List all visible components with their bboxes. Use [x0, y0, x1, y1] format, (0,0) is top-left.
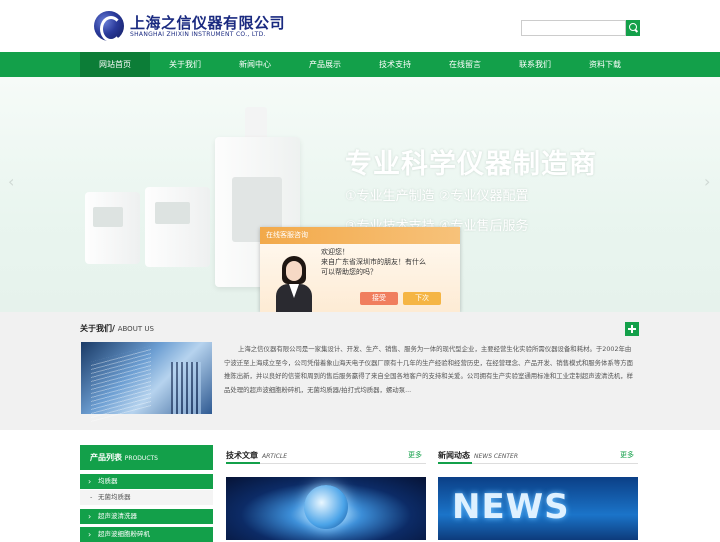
device-screen	[155, 202, 190, 224]
product-list-header: 产品列表 PRODUCTS	[80, 445, 213, 470]
product-list-title-en: PRODUCTS	[124, 455, 158, 462]
chat-accept-button[interactable]: 接受	[360, 292, 398, 305]
nav-item-message[interactable]: 在线留言	[430, 52, 500, 77]
banner-title: 专业科学仪器制造商	[345, 149, 597, 180]
search-button[interactable]	[626, 20, 640, 36]
site-header: 上海之信仪器有限公司 SHANGHAI ZHIXIN INSTRUMENT CO…	[0, 0, 720, 52]
company-logo-icon[interactable]	[94, 11, 124, 42]
chat-header: 在线客服咨询	[260, 227, 460, 244]
product-list: 产品列表 PRODUCTS 均质器 无菌均质器 超声波清洗器 超声波细胞粉碎机	[80, 445, 213, 542]
about-section: 关于我们/ ABOUT US 上海之信仪器有限公司是一家集设计、开发、生产、销售…	[0, 312, 720, 430]
logo-company-name[interactable]: 上海之信仪器有限公司	[130, 12, 285, 33]
about-title-cn: 关于我们/	[80, 324, 115, 333]
news-more-link[interactable]: 更多	[620, 450, 634, 460]
device-screen	[93, 207, 123, 227]
chat-message: 欢迎您！ 来自广东省深圳市的朋友！有什么 可以帮助您的吗？	[321, 247, 426, 277]
nav-item-products[interactable]: 产品展示	[290, 52, 360, 77]
nav-item-contact[interactable]: 联系我们	[500, 52, 570, 77]
news-title: 新闻动态	[438, 451, 470, 460]
chat-header-title: 在线客服咨询	[266, 231, 308, 239]
articles-header: 技术文章 ARTICLE 更多	[226, 445, 426, 464]
bottom-section: 产品列表 PRODUCTS 均质器 无菌均质器 超声波清洗器 超声波细胞粉碎机 …	[0, 430, 720, 542]
news-header: 新闻动态 NEWS CENTER 更多	[438, 445, 638, 464]
product-list-title: 产品列表	[90, 453, 122, 462]
articles-more-link[interactable]: 更多	[408, 450, 422, 460]
news-column: 新闻动态 NEWS CENTER 更多 NEWS	[438, 445, 638, 540]
nav-item-news[interactable]: 新闻中心	[220, 52, 290, 77]
product-category-item[interactable]: 均质器	[80, 474, 213, 489]
nav-item-support[interactable]: 技术支持	[360, 52, 430, 77]
search-input[interactable]	[521, 20, 626, 36]
banner-next-icon[interactable]: ›	[704, 172, 710, 191]
chat-line-2: 可以帮助您的吗？	[321, 268, 377, 276]
chat-popup: 在线客服咨询 欢迎您！ 来自广东省深圳市的朋友！有什么 可以帮助您的吗？ 接受 …	[260, 227, 460, 312]
about-text: 上海之信仪器有限公司是一家集设计、开发、生产、销售、服务为一体的现代型企业，主要…	[224, 345, 633, 394]
articles-column: 技术文章 ARTICLE 更多	[226, 445, 426, 540]
logo-company-name-en: SHANGHAI ZHIXIN INSTRUMENT CO., LTD.	[130, 31, 266, 38]
chat-body: 欢迎您！ 来自广东省深圳市的朋友！有什么 可以帮助您的吗？ 接受 下次	[260, 244, 460, 312]
chat-line-1: 来自广东省深圳市的朋友！有什么	[321, 258, 426, 266]
articles-title: 技术文章	[226, 451, 258, 460]
chat-greeting: 欢迎您！	[321, 248, 349, 256]
product-subcategory-item[interactable]: 无菌均质器	[80, 490, 213, 505]
news-thumbnail[interactable]: NEWS	[438, 477, 638, 540]
chat-later-button[interactable]: 下次	[403, 292, 441, 305]
news-title-en: NEWS CENTER	[474, 453, 519, 460]
globe-icon	[304, 485, 348, 529]
article-thumbnail[interactable]	[226, 477, 426, 540]
news-image-word: NEWS	[452, 487, 570, 527]
about-title-en: ABOUT US	[117, 325, 154, 333]
about-title: 关于我们/ ABOUT US	[80, 323, 154, 334]
agent-avatar	[274, 256, 314, 312]
nav-item-home[interactable]: 网站首页	[80, 52, 150, 77]
nav-item-download[interactable]: 资料下载	[570, 52, 640, 77]
banner-line-1: ①专业生产制造 ②专业仪器配置	[345, 189, 529, 204]
nav-item-about[interactable]: 关于我们	[150, 52, 220, 77]
device-image-medium	[145, 187, 210, 267]
banner-prev-icon[interactable]: ‹	[8, 172, 14, 191]
about-more-plus-icon[interactable]	[625, 322, 639, 336]
about-building-image	[81, 342, 212, 414]
product-category-item[interactable]: 超声波清洗器	[80, 509, 213, 524]
main-nav: 网站首页 关于我们 新闻中心 产品展示 技术支持 在线留言 联系我们 资料下载	[0, 52, 720, 77]
device-image-small	[85, 192, 140, 264]
articles-title-en: ARTICLE	[262, 453, 288, 460]
